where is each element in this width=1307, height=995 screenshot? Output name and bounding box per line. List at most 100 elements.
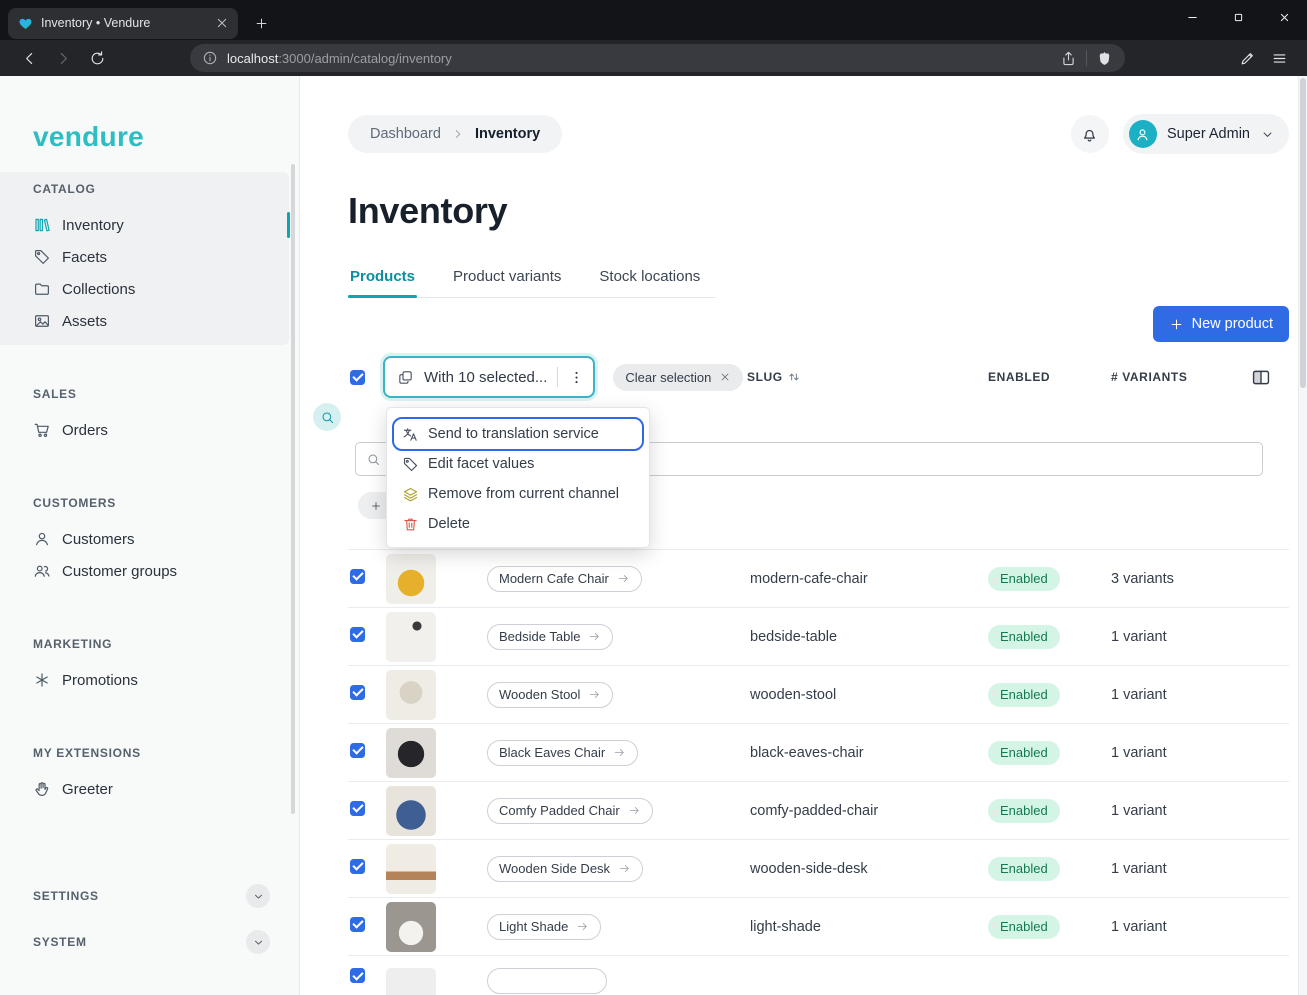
row-checkbox[interactable]	[350, 627, 365, 642]
sidebar-item-greeter[interactable]: Greeter	[33, 773, 290, 805]
sidebar-section-heading: MARKETING	[33, 637, 299, 651]
product-image	[386, 968, 436, 995]
browser-tab[interactable]: Inventory • Vendure	[8, 8, 238, 39]
row-checkbox[interactable]	[350, 917, 365, 932]
status-badge: Enabled	[988, 915, 1060, 939]
search-fab[interactable]	[313, 403, 341, 431]
product-name-chip[interactable]: Wooden Stool	[487, 682, 613, 708]
product-name-chip[interactable]: Light Shade	[487, 914, 601, 940]
column-header-enabled: ENABLED	[982, 370, 1105, 384]
browser-menu-button[interactable]	[1265, 44, 1293, 72]
product-slug: light-shade	[747, 919, 982, 935]
sidebar-section-heading: SALES	[33, 387, 299, 401]
product-name-chip[interactable]	[487, 968, 607, 994]
breadcrumb-item-dashboard[interactable]: Dashboard	[370, 126, 441, 142]
sidebar-item-system[interactable]: SYSTEM	[33, 925, 270, 959]
menu-item-send-to-translation-service[interactable]: Send to translation service	[394, 419, 642, 449]
tab-product-variants[interactable]: Product variants	[451, 258, 563, 297]
bulk-actions-button[interactable]: With 10 selected...	[383, 356, 595, 398]
window-minimize-button[interactable]	[1169, 0, 1215, 34]
sidebar-section-heading: CATALOG	[33, 182, 289, 196]
product-slug: modern-cafe-chair	[747, 571, 982, 587]
reload-button[interactable]	[82, 43, 112, 73]
user-menu[interactable]: Super Admin	[1123, 114, 1289, 154]
menu-item-edit-facet-values[interactable]: Edit facet values	[394, 449, 642, 479]
notifications-button[interactable]	[1071, 115, 1109, 153]
table-row-partial	[348, 956, 1289, 995]
status-badge: Enabled	[988, 799, 1060, 823]
sidebar-item-customers[interactable]: Customers	[33, 523, 290, 555]
sidebar-item-settings[interactable]: SETTINGS	[33, 879, 270, 913]
sidebar-item-inventory[interactable]: Inventory	[33, 209, 290, 241]
row-checkbox[interactable]	[350, 685, 365, 700]
sidebar-item-promotions[interactable]: Promotions	[33, 664, 290, 696]
status-badge: Enabled	[988, 625, 1060, 649]
sidebar-item-customer-groups[interactable]: Customer groups	[33, 555, 290, 587]
top-bar: Dashboard Inventory Super Admin	[348, 114, 1289, 154]
row-checkbox[interactable]	[350, 743, 365, 758]
site-info-icon[interactable]	[202, 50, 218, 66]
brave-shield-icon[interactable]	[1096, 50, 1113, 67]
page-scrollbar[interactable]	[1298, 76, 1307, 995]
tab-close-icon[interactable]	[214, 15, 230, 31]
arrow-right-icon	[576, 920, 589, 933]
sort-icon	[787, 370, 801, 384]
variant-count: 1 variant	[1105, 919, 1249, 935]
product-name-chip[interactable]: Modern Cafe Chair	[487, 566, 642, 592]
divider	[1086, 50, 1087, 66]
product-slug: comfy-padded-chair	[747, 803, 982, 819]
new-product-button[interactable]: New product	[1153, 306, 1289, 342]
kebab-menu-icon[interactable]	[568, 369, 585, 386]
sidebar-item-orders[interactable]: Orders	[33, 414, 290, 446]
address-bar[interactable]: localhost:3000/admin/catalog/inventory	[190, 44, 1125, 72]
sidebar-scrollbar[interactable]	[291, 164, 295, 814]
sidebar: vendure CATALOGInventoryFacetsCollection…	[0, 76, 300, 995]
menu-item-delete[interactable]: Delete	[394, 509, 642, 539]
screen: Inventory • Vendure localhost:3000/admin…	[0, 0, 1307, 995]
sidebar-section: SALES Orders	[33, 387, 299, 446]
url-text: localhost:3000/admin/catalog/inventory	[227, 51, 1051, 66]
new-tab-button[interactable]	[248, 10, 274, 36]
product-name-chip[interactable]: Black Eaves Chair	[487, 740, 638, 766]
copy-icon	[397, 369, 414, 386]
sidebar-section-heading: CUSTOMERS	[33, 496, 299, 510]
select-all-checkbox[interactable]	[350, 370, 365, 385]
browser-tab-strip: Inventory • Vendure	[0, 0, 1307, 40]
tab-stock-locations[interactable]: Stock locations	[597, 258, 702, 297]
row-checkbox[interactable]	[350, 859, 365, 874]
back-button[interactable]	[14, 43, 44, 73]
tab-products[interactable]: Products	[348, 258, 417, 297]
clear-selection-button[interactable]: Clear selection	[613, 364, 743, 391]
row-checkbox[interactable]	[350, 968, 365, 983]
forward-button[interactable]	[48, 43, 78, 73]
window-close-button[interactable]	[1261, 0, 1307, 34]
sidebar-section-heading: MY EXTENSIONS	[33, 746, 299, 760]
table-row: Wooden Side Deskwooden-side-deskEnabled1…	[348, 840, 1289, 898]
column-header-slug[interactable]: SLUG	[747, 370, 982, 384]
row-checkbox[interactable]	[350, 569, 365, 584]
app: vendure CATALOGInventoryFacetsCollection…	[0, 76, 1307, 995]
column-settings-button[interactable]	[1249, 367, 1273, 388]
close-icon	[719, 371, 731, 383]
share-icon[interactable]	[1060, 50, 1077, 67]
pencil-icon[interactable]	[1233, 44, 1261, 72]
arrow-right-icon	[618, 862, 631, 875]
status-badge: Enabled	[988, 567, 1060, 591]
row-checkbox[interactable]	[350, 801, 365, 816]
menu-item-remove-from-current-channel[interactable]: Remove from current channel	[394, 479, 642, 509]
status-badge: Enabled	[988, 741, 1060, 765]
scrollbar-thumb[interactable]	[1300, 78, 1306, 388]
sidebar-item-facets[interactable]: Facets	[33, 241, 290, 273]
sidebar-item-collections[interactable]: Collections	[33, 273, 290, 305]
sidebar-section: MARKETING Promotions	[33, 637, 299, 696]
sidebar-item-assets[interactable]: Assets	[33, 305, 290, 337]
table-row: Bedside Tablebedside-tableEnabled1 varia…	[348, 608, 1289, 666]
window-maximize-button[interactable]	[1215, 0, 1261, 34]
assets-icon	[33, 312, 51, 330]
product-name-chip[interactable]: Wooden Side Desk	[487, 856, 643, 882]
arrow-right-icon	[588, 630, 601, 643]
sidebar-section: MY EXTENSIONS Greeter	[33, 746, 299, 805]
product-name-chip[interactable]: Bedside Table	[487, 624, 613, 650]
chevron-down-icon	[246, 884, 270, 908]
product-name-chip[interactable]: Comfy Padded Chair	[487, 798, 653, 824]
